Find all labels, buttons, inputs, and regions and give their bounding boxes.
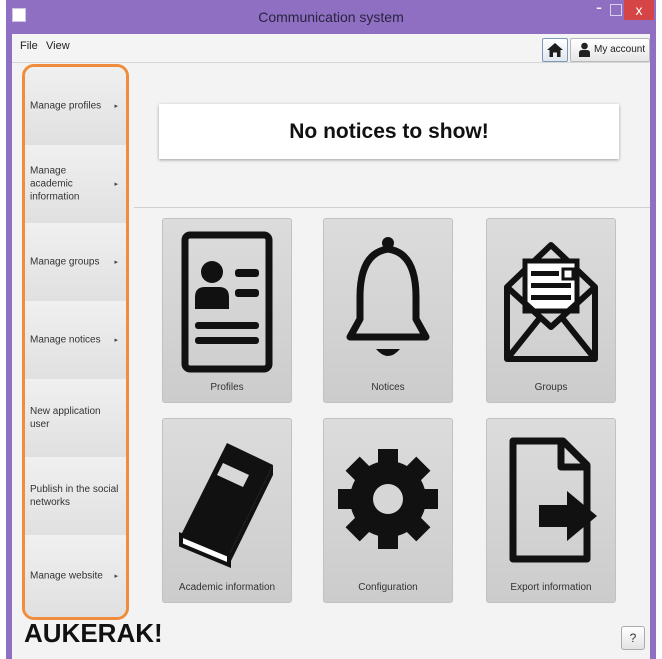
submenu-arrow-icon: ▸ <box>114 573 118 580</box>
menu-view[interactable]: View <box>46 40 70 52</box>
sidebar-item-label: Manage academic information <box>30 165 80 203</box>
submenu-arrow-icon: ▸ <box>114 103 118 110</box>
menu-file[interactable]: File <box>20 40 38 52</box>
export-file-icon <box>509 437 597 563</box>
app-window: Communication system - x File View My ac… <box>6 0 656 659</box>
menu-bar: File View My account <box>12 34 650 63</box>
my-account-label: My account <box>594 44 646 55</box>
sidebar-item-label: Manage website <box>30 570 103 582</box>
envelope-icon <box>504 242 598 362</box>
bell-icon <box>346 237 430 356</box>
sidebar-item-manage-website[interactable]: Manage website ▸ <box>25 535 126 617</box>
help-button[interactable]: ? <box>621 626 645 650</box>
submenu-arrow-icon: ▸ <box>114 259 118 266</box>
profile-card-icon <box>181 231 273 373</box>
sidebar-item-new-application-user[interactable]: New application user <box>25 379 126 458</box>
sidebar-item-label: Manage profiles <box>30 100 102 112</box>
window-title: Communication system <box>258 9 404 25</box>
client-area: File View My account Manage profiles ▸ M… <box>12 34 650 659</box>
tile-profiles[interactable]: Profiles <box>162 218 292 403</box>
tile-label: Groups <box>534 382 568 393</box>
home-button[interactable] <box>542 38 568 62</box>
notice-message: No notices to show! <box>159 104 619 159</box>
sidebar-item-label: Publish in the social networks <box>30 484 119 508</box>
sidebar-item-manage-profiles[interactable]: Manage profiles ▸ <box>25 67 126 146</box>
tile-groups[interactable]: Groups <box>486 218 616 403</box>
sidebar-item-label: Manage notices <box>30 334 101 346</box>
sidebar-item-label: New application user <box>30 406 101 430</box>
title-bar[interactable]: Communication system - x <box>6 0 656 34</box>
tile-label: Academic information <box>178 582 276 593</box>
tile-label: Export information <box>510 582 592 593</box>
divider <box>134 207 650 208</box>
home-icon <box>547 43 563 57</box>
tile-notices[interactable]: Notices <box>323 218 453 403</box>
tile-label: Configuration <box>358 582 418 593</box>
submenu-arrow-icon: ▸ <box>114 181 118 188</box>
submenu-arrow-icon: ▸ <box>114 337 118 344</box>
sidebar-item-manage-notices[interactable]: Manage notices ▸ <box>25 301 126 380</box>
sidebar-item-manage-academic-information[interactable]: Manage academic information ▸ <box>25 145 126 224</box>
tile-export-information[interactable]: Export information <box>486 418 616 603</box>
sidebar: Manage profiles ▸ Manage academic inform… <box>22 64 129 620</box>
minimize-icon[interactable]: - <box>591 0 607 16</box>
my-account-button[interactable]: My account <box>570 38 650 62</box>
gear-icon <box>338 449 438 549</box>
tile-configuration[interactable]: Configuration <box>323 418 453 603</box>
tile-label: Notices <box>371 382 405 393</box>
sidebar-item-publish-social-networks[interactable]: Publish in the social networks <box>25 457 126 536</box>
sidebar-item-label: Manage groups <box>30 256 100 268</box>
user-icon <box>579 42 590 57</box>
book-icon <box>179 443 273 568</box>
sidebar-item-manage-groups[interactable]: Manage groups ▸ <box>25 223 126 302</box>
brand-logo-text: AUKERAK! <box>24 618 163 648</box>
close-button[interactable]: x <box>624 0 654 20</box>
main-content: No notices to show! Profiles Notices Gro… <box>134 62 650 627</box>
tile-label: Profiles <box>210 382 244 393</box>
maximize-icon[interactable] <box>610 4 622 16</box>
tile-academic-information[interactable]: Academic information <box>162 418 292 603</box>
